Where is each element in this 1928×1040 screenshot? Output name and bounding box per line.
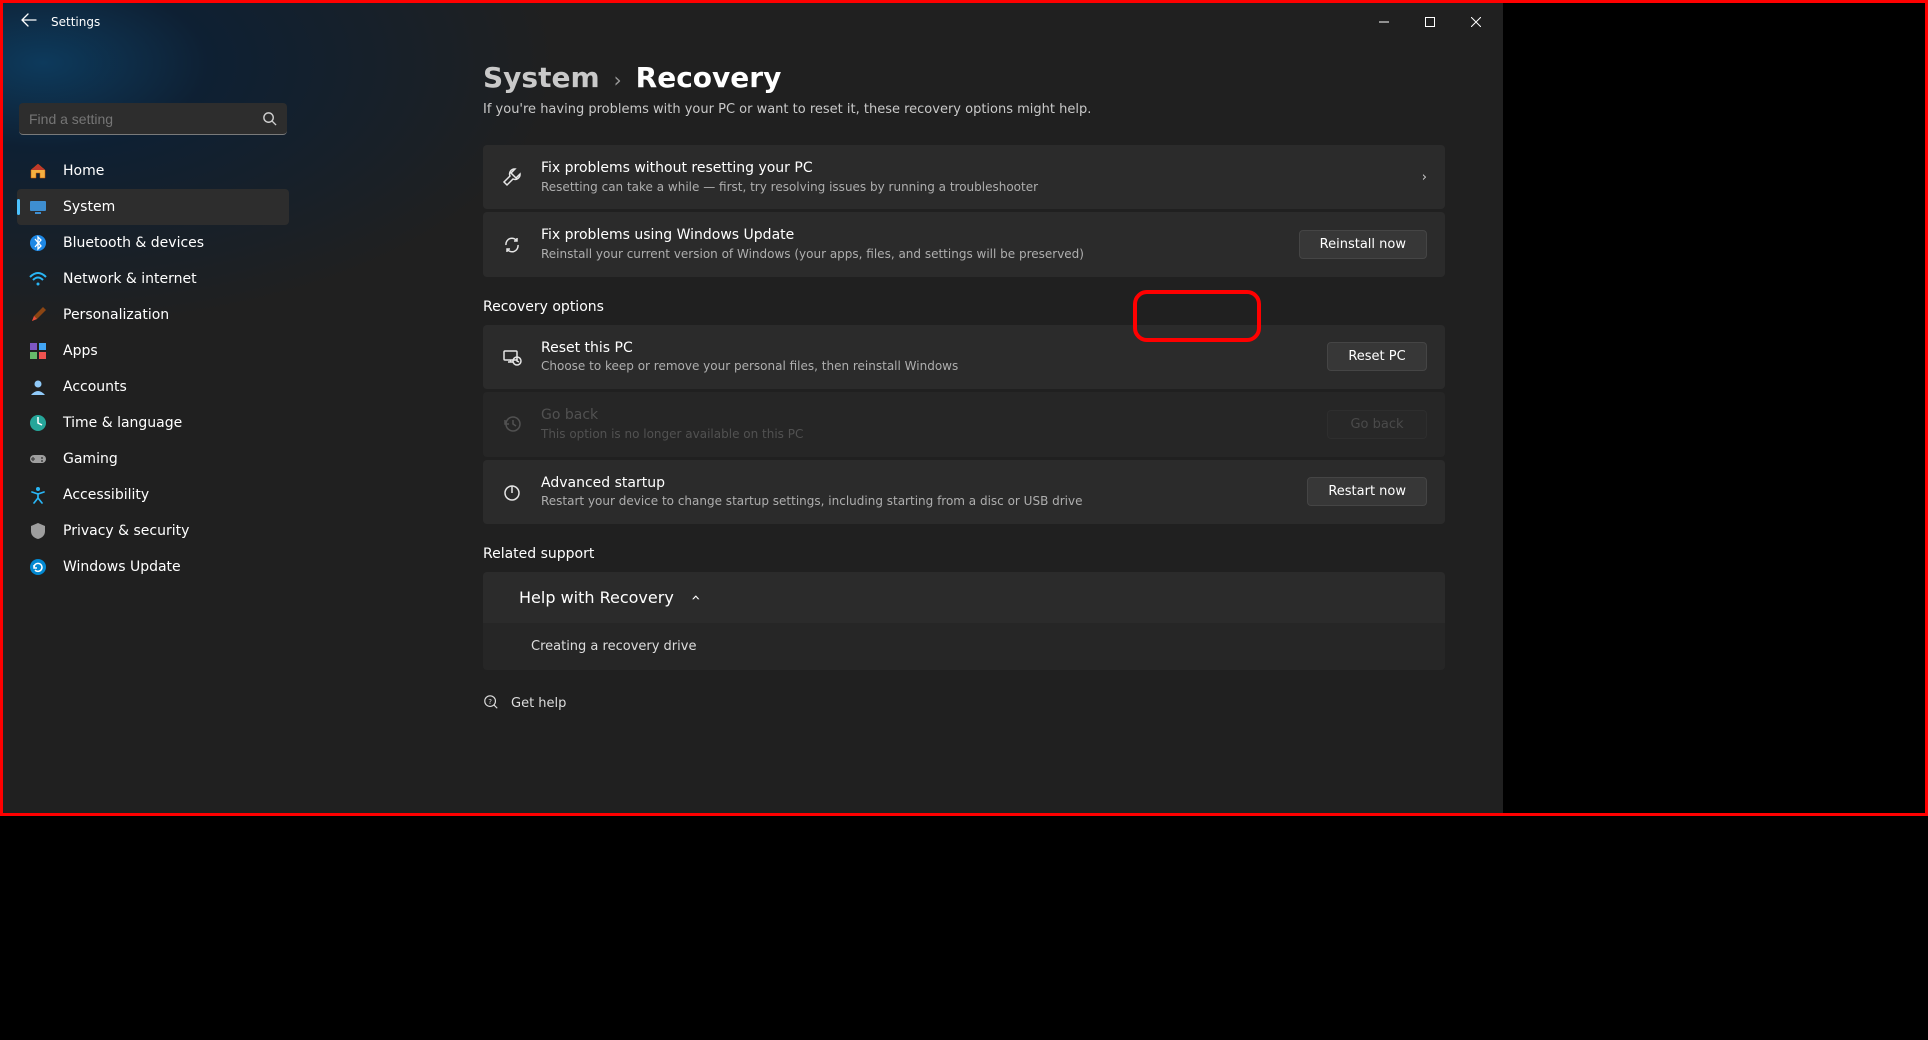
- card-title: Reset this PC: [541, 339, 1309, 359]
- card-subtitle: Resetting can take a while — first, try …: [541, 179, 1404, 196]
- sidebar-item-accounts[interactable]: Accounts: [17, 369, 289, 405]
- card-fix-without-reset[interactable]: Fix problems without resetting your PC R…: [483, 145, 1445, 209]
- card-subtitle: Reinstall your current version of Window…: [541, 246, 1281, 263]
- get-help-link[interactable]: ? Get help: [483, 694, 1445, 714]
- sidebar-item-apps[interactable]: Apps: [17, 333, 289, 369]
- card-title: Advanced startup: [541, 474, 1289, 494]
- card-title: Fix problems using Windows Update: [541, 226, 1281, 246]
- search-icon: [262, 111, 277, 126]
- restart-now-button[interactable]: Restart now: [1307, 477, 1427, 506]
- sidebar-item-label: Windows Update: [63, 559, 181, 575]
- accounts-icon: [29, 378, 47, 396]
- svg-text:?: ?: [488, 697, 492, 706]
- sidebar-item-label: Apps: [63, 343, 98, 359]
- nav-list: Home System Bluetooth & devices Network …: [17, 153, 289, 585]
- sidebar-item-update[interactable]: Windows Update: [17, 549, 289, 585]
- minimize-button[interactable]: [1361, 6, 1407, 38]
- power-icon: [501, 481, 523, 503]
- back-button[interactable]: [21, 12, 37, 32]
- help-icon: ?: [483, 694, 499, 714]
- reset-pc-button[interactable]: Reset PC: [1327, 342, 1427, 371]
- card-title: Fix problems without resetting your PC: [541, 159, 1404, 179]
- sidebar-item-label: Personalization: [63, 307, 169, 323]
- titlebar: Settings: [3, 3, 1503, 41]
- card-go-back: Go back This option is no longer availab…: [483, 392, 1445, 456]
- card-subtitle: Restart your device to change startup se…: [541, 493, 1289, 510]
- sidebar-item-gaming[interactable]: Gaming: [17, 441, 289, 477]
- sidebar-item-system[interactable]: System: [17, 189, 289, 225]
- card-reset-pc: Reset this PC Choose to keep or remove y…: [483, 325, 1445, 389]
- reinstall-now-button[interactable]: Reinstall now: [1299, 230, 1427, 259]
- sidebar-item-label: Network & internet: [63, 271, 197, 287]
- sidebar-item-label: Privacy & security: [63, 523, 189, 539]
- breadcrumb-current: Recovery: [636, 61, 782, 94]
- sidebar-item-label: Bluetooth & devices: [63, 235, 204, 251]
- go-back-button: Go back: [1327, 410, 1427, 439]
- help-title: Help with Recovery: [519, 588, 674, 607]
- home-icon: [29, 162, 47, 180]
- sidebar-item-personalization[interactable]: Personalization: [17, 297, 289, 333]
- sync-icon: [501, 234, 523, 256]
- chevron-right-icon: ›: [1422, 170, 1427, 185]
- gamepad-icon: [29, 450, 47, 468]
- accessibility-icon: [29, 486, 47, 504]
- sidebar: Home System Bluetooth & devices Network …: [3, 41, 303, 813]
- card-title: Go back: [541, 406, 1309, 426]
- breadcrumb-parent[interactable]: System: [483, 61, 600, 94]
- help-with-recovery[interactable]: Help with Recovery ›: [483, 572, 1445, 623]
- sidebar-item-label: Time & language: [63, 415, 182, 431]
- search-box[interactable]: [19, 103, 287, 135]
- sidebar-item-privacy[interactable]: Privacy & security: [17, 513, 289, 549]
- shield-icon: [29, 522, 47, 540]
- sidebar-item-network[interactable]: Network & internet: [17, 261, 289, 297]
- reset-pc-icon: [501, 346, 523, 368]
- update-icon: [29, 558, 47, 576]
- brush-icon: [29, 306, 47, 324]
- sidebar-item-label: System: [63, 199, 115, 215]
- sidebar-item-time[interactable]: Time & language: [17, 405, 289, 441]
- help-link-recovery-drive[interactable]: Creating a recovery drive: [483, 623, 1445, 670]
- chevron-right-icon: ›: [614, 68, 622, 92]
- history-icon: [501, 413, 523, 435]
- maximize-button[interactable]: [1407, 6, 1453, 38]
- intro-text: If you're having problems with your PC o…: [483, 102, 1445, 117]
- wrench-icon: [501, 166, 523, 188]
- sidebar-item-label: Gaming: [63, 451, 118, 467]
- sidebar-item-label: Accessibility: [63, 487, 149, 503]
- sidebar-item-label: Home: [63, 163, 104, 179]
- card-fix-windows-update: Fix problems using Windows Update Reinst…: [483, 212, 1445, 276]
- get-help-label: Get help: [511, 696, 566, 711]
- wifi-icon: [29, 270, 47, 288]
- close-button[interactable]: [1453, 6, 1499, 38]
- sidebar-item-home[interactable]: Home: [17, 153, 289, 189]
- content-area: System › Recovery If you're having probl…: [303, 41, 1503, 813]
- apps-icon: [29, 342, 47, 360]
- settings-window: Settings Home System: [3, 3, 1503, 813]
- window-title: Settings: [51, 15, 100, 29]
- section-related-support: Related support: [483, 546, 1445, 562]
- search-input[interactable]: [29, 111, 262, 127]
- section-recovery-options: Recovery options: [483, 299, 1445, 315]
- card-advanced-startup: Advanced startup Restart your device to …: [483, 460, 1445, 524]
- breadcrumb: System › Recovery: [483, 61, 1445, 94]
- sidebar-item-accessibility[interactable]: Accessibility: [17, 477, 289, 513]
- sidebar-item-label: Accounts: [63, 379, 127, 395]
- bluetooth-icon: [29, 234, 47, 252]
- sidebar-item-bluetooth[interactable]: Bluetooth & devices: [17, 225, 289, 261]
- clock-globe-icon: [29, 414, 47, 432]
- chevron-up-icon: ›: [685, 594, 704, 600]
- card-subtitle: Choose to keep or remove your personal f…: [541, 358, 1309, 375]
- system-icon: [29, 198, 47, 216]
- card-subtitle: This option is no longer available on th…: [541, 426, 1309, 443]
